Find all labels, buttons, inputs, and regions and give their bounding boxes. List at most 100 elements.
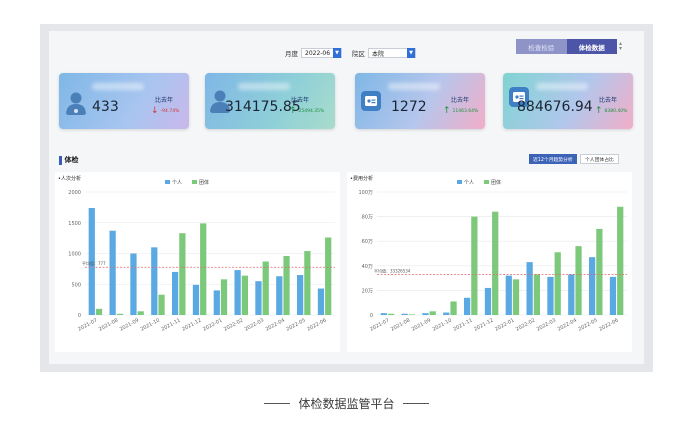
x-tick-label: 2021-12 xyxy=(473,317,494,332)
ratio-button[interactable]: 个人团体占比 xyxy=(580,154,619,164)
bar-personal xyxy=(443,312,450,315)
y-tick-label: 60万 xyxy=(362,239,373,245)
bar-personal xyxy=(255,281,262,315)
bar-personal xyxy=(401,313,408,315)
y-tick-label: 0 xyxy=(78,313,81,319)
legend-swatch xyxy=(192,180,197,184)
bar-group xyxy=(596,228,603,315)
bar-group xyxy=(179,233,186,315)
bar-group xyxy=(429,311,436,315)
x-tick-label: 2021-10 xyxy=(140,317,161,332)
toggle-scroll-icon[interactable]: ▴ ▾ xyxy=(619,41,622,52)
x-tick-label: 2022-03 xyxy=(536,317,557,332)
section-title-text: 体检 xyxy=(64,156,79,164)
card-change-value: 11463.64% xyxy=(452,108,479,114)
bar-personal xyxy=(317,288,325,315)
region-value: 本院 xyxy=(372,50,385,58)
x-tick-label: 2022-04 xyxy=(557,317,578,332)
bar-group xyxy=(617,206,624,315)
x-tick-label: 2021-09 xyxy=(119,317,140,332)
x-tick-label: 2022-02 xyxy=(223,317,244,332)
card-compare-label: 比去年 xyxy=(291,97,310,104)
y-tick-label: 40万 xyxy=(362,264,373,270)
y-tick-label: 20万 xyxy=(362,288,373,294)
average-label: 平均值：777 xyxy=(82,260,106,266)
bar-group xyxy=(325,237,332,315)
stat-card-group-revenue: 884676.94 比去年 ↑ 8380.40% xyxy=(503,73,633,129)
y-tick-label: 2000 xyxy=(68,190,81,196)
x-tick-label: 2022-05 xyxy=(577,317,598,332)
card-compare-label: 比去年 xyxy=(599,97,618,104)
card-value: 433 xyxy=(92,99,119,115)
bar-group xyxy=(533,274,540,315)
bar-personal xyxy=(297,275,304,315)
bar-group xyxy=(283,255,290,315)
section-title: 体检 xyxy=(59,155,79,165)
bar-group xyxy=(262,261,269,315)
x-tick-label: 2022-04 xyxy=(265,317,286,332)
card-value: 1272 xyxy=(391,99,427,115)
stat-card-revenue: 314175.85 比去年 ↑ 25494.35% xyxy=(205,73,335,129)
visits-chart: •人次分析 0 500 1000 1500 2000 个人 团体 2021-07 2021-08… xyxy=(55,172,340,352)
bar-group xyxy=(471,216,478,315)
card-change: ↓ -94.74% xyxy=(151,106,179,116)
chevron-down-icon: ▼ xyxy=(333,48,342,58)
bar-personal xyxy=(547,276,554,315)
card-change-value: -94.74% xyxy=(160,108,180,114)
y-tick-label: 80万 xyxy=(362,215,373,221)
card-value: 884676.94 xyxy=(517,99,593,115)
x-tick-label: 2022-06 xyxy=(306,317,327,332)
x-tick-label: 2021-08 xyxy=(98,317,119,332)
caption: 体检数据监管平台 xyxy=(0,395,693,412)
blurred-label xyxy=(92,83,144,90)
arrow-down-icon: ↓ xyxy=(151,106,159,116)
blurred-label xyxy=(388,83,440,90)
cost-chart: •费用分析 0 20万 40万 60万 80万 100万 个人 团体 2021-07 2021-0… xyxy=(347,172,632,352)
x-tick-label: 2022-03 xyxy=(244,317,265,332)
y-tick-label: 1500 xyxy=(68,221,81,227)
x-tick-label: 2022-05 xyxy=(285,317,306,332)
month-select[interactable]: 2022-06 ▼ xyxy=(301,48,343,58)
tab-inspection[interactable]: 检查检验 xyxy=(516,39,567,54)
card-compare-label: 比去年 xyxy=(155,97,174,104)
x-tick-label: 2022-02 xyxy=(515,317,536,332)
bar-group xyxy=(575,246,582,315)
view-toggle: 检查检验 体检数据 xyxy=(516,39,617,54)
card-compare-label: 比去年 xyxy=(451,97,470,104)
bar-personal xyxy=(609,276,617,315)
bar-group xyxy=(158,294,165,315)
bar-group xyxy=(200,223,207,315)
card-change: ↑ 25494.35% xyxy=(289,106,324,116)
x-tick-label: 2021-10 xyxy=(432,317,453,332)
tab-checkup-data[interactable]: 体检数据 xyxy=(566,39,617,54)
arrow-up-icon: ↑ xyxy=(443,106,451,116)
legend-swatch xyxy=(457,180,462,184)
blurred-label xyxy=(238,83,290,90)
bar-group xyxy=(554,252,561,315)
bar-personal xyxy=(276,276,283,315)
region-select[interactable]: 本院 ▼ xyxy=(368,48,416,58)
id-card-icon xyxy=(361,91,381,111)
bar-group xyxy=(137,311,144,315)
x-tick-label: 2022-06 xyxy=(598,317,619,332)
arrow-up-icon: ↑ xyxy=(289,106,297,116)
y-tick-label: 1000 xyxy=(68,252,81,258)
section-accent-bar xyxy=(59,155,62,165)
legend-label: 团体 xyxy=(491,179,501,186)
bar-personal xyxy=(213,290,220,315)
legend-label: 个人 xyxy=(464,180,474,186)
caption-line-right xyxy=(402,403,429,404)
bar-personal xyxy=(526,262,533,315)
bar-personal xyxy=(172,271,179,315)
x-tick-label: 2022-01 xyxy=(494,317,515,332)
bar-personal xyxy=(234,270,241,315)
bar-group xyxy=(304,251,311,315)
bar-group xyxy=(492,211,499,315)
bar-group xyxy=(387,313,395,315)
card-change: ↑ 8380.40% xyxy=(595,106,627,116)
card-change: ↑ 11463.64% xyxy=(443,106,478,116)
region-label: 院区 xyxy=(352,50,365,58)
trend-analysis-button[interactable]: 近12个月趋势分析 xyxy=(529,154,577,164)
arrow-up-icon: ↑ xyxy=(595,106,603,116)
bar-group xyxy=(116,313,123,315)
